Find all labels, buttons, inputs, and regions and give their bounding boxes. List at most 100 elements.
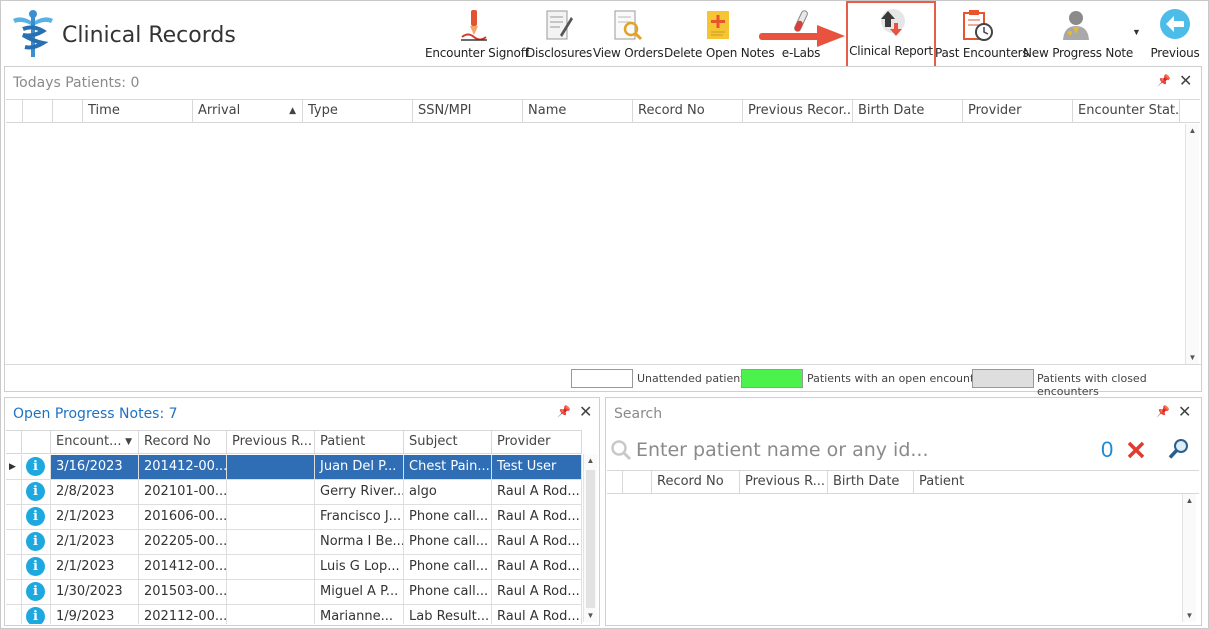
scroll-down-icon[interactable]: ▼ xyxy=(584,611,597,620)
search-input[interactable] xyxy=(636,439,1076,461)
todays-vertical-scrollbar[interactable]: ▲ ▼ xyxy=(1185,124,1199,364)
info-cell: i xyxy=(22,455,51,479)
previous-record-cell xyxy=(227,530,315,554)
column-header-record-no[interactable]: Record No xyxy=(139,431,227,453)
scroll-up-icon[interactable]: ▲ xyxy=(584,456,597,465)
column-header-previous-record[interactable]: Previous Recor... xyxy=(743,100,853,122)
view-orders-button[interactable]: View Orders xyxy=(593,5,664,63)
scroll-thumb[interactable] xyxy=(586,470,595,608)
pin-icon[interactable]: 📌 xyxy=(557,405,571,418)
column-header-ssn-mpi[interactable]: SSN/MPI xyxy=(413,100,523,122)
search-vertical-scrollbar[interactable]: ▲ ▼ xyxy=(1182,494,1196,622)
close-icon[interactable]: ✕ xyxy=(1179,71,1192,91)
column-header-birth-date[interactable]: Birth Date xyxy=(853,100,963,122)
notes-grid-body: ▶ i 3/16/2023 201412-00... Juan Del P...… xyxy=(6,455,582,624)
column-header-encounter[interactable]: Encount... ▼ xyxy=(51,431,139,453)
past-encounters-label: Past Encounters xyxy=(935,46,1029,60)
record-no-cell: 201412-00... xyxy=(139,455,227,479)
previous-button[interactable]: Previous xyxy=(1149,5,1201,63)
encounter-signoff-button[interactable]: Encounter Signoff xyxy=(425,5,529,63)
info-icon[interactable]: i xyxy=(26,582,45,601)
column-header-time[interactable]: Time xyxy=(83,100,193,122)
provider-cell: Raul A Rod... xyxy=(492,580,582,604)
table-row[interactable]: i 2/1/2023 201606-00... Francisco J... P… xyxy=(6,505,582,530)
info-cell: i xyxy=(22,580,51,604)
column-header-encounter-status[interactable]: Encounter Stat... xyxy=(1073,100,1180,122)
previous-record-cell xyxy=(227,455,315,479)
table-row[interactable]: i 1/9/2023 202112-00... Marianne... Lab … xyxy=(6,605,582,624)
row-indicator xyxy=(6,505,22,529)
pin-icon[interactable]: 📌 xyxy=(1156,405,1170,418)
search-grid-header: Record No Previous R... Birth Date Patie… xyxy=(607,470,1199,494)
record-no-cell: 202112-00... xyxy=(139,605,227,624)
previous-record-cell xyxy=(227,605,315,624)
open-progress-notes-count: 7 xyxy=(168,406,178,422)
clear-search-icon[interactable] xyxy=(1126,440,1146,460)
info-icon[interactable]: i xyxy=(26,607,45,624)
column-header-name[interactable]: Name xyxy=(523,100,633,122)
close-icon[interactable]: ✕ xyxy=(1178,402,1191,422)
annotation-arrow-icon xyxy=(759,25,845,47)
record-no-cell: 201606-00... xyxy=(139,505,227,529)
record-no-cell: 201412-00... xyxy=(139,555,227,579)
chevron-down-icon[interactable]: ▼ xyxy=(1132,27,1141,37)
table-row[interactable]: ▶ i 3/16/2023 201412-00... Juan Del P...… xyxy=(6,455,582,480)
column-header-provider[interactable]: Provider xyxy=(963,100,1073,122)
info-icon[interactable]: i xyxy=(26,557,45,576)
info-icon[interactable]: i xyxy=(26,482,45,501)
scroll-down-icon[interactable]: ▼ xyxy=(1183,611,1196,620)
scroll-down-icon[interactable]: ▼ xyxy=(1186,353,1199,362)
back-arrow-icon xyxy=(1160,9,1190,39)
column-header-record-no[interactable]: Record No xyxy=(633,100,743,122)
find-icon[interactable] xyxy=(1168,438,1190,460)
info-cell: i xyxy=(22,480,51,504)
delete-open-notes-button[interactable]: Delete Open Notes xyxy=(664,5,775,63)
legend-closed-label: Patients with closed encounters xyxy=(1037,372,1147,398)
provider-cell: Raul A Rod... xyxy=(492,505,582,529)
info-icon[interactable]: i xyxy=(26,532,45,551)
column-header-arrival[interactable]: Arrival ▲ xyxy=(193,100,303,122)
scroll-up-icon[interactable]: ▲ xyxy=(1183,496,1196,505)
table-row[interactable]: i 2/8/2023 202101-00... Gerry River... a… xyxy=(6,480,582,505)
provider-cell: Raul A Rod... xyxy=(492,480,582,504)
info-icon[interactable]: i xyxy=(26,457,45,476)
table-row[interactable]: i 2/1/2023 202205-00... Norma I Be... Ph… xyxy=(6,530,582,555)
report-transfer-icon xyxy=(881,9,905,36)
column-header-type[interactable]: Type xyxy=(303,100,413,122)
disclosures-button[interactable]: Disclosures xyxy=(526,5,592,63)
row-indicator xyxy=(6,580,22,604)
pin-icon[interactable]: 📌 xyxy=(1157,74,1171,87)
info-icon[interactable]: i xyxy=(26,507,45,526)
clipboard-clock-icon xyxy=(963,10,993,41)
column-header-birth-date[interactable]: Birth Date xyxy=(828,471,914,493)
past-encounters-button[interactable]: Past Encounters xyxy=(935,5,1029,63)
table-row[interactable]: i 2/1/2023 201412-00... Luis G Lop... Ph… xyxy=(6,555,582,580)
previous-record-cell xyxy=(227,505,315,529)
subject-cell: Phone call... xyxy=(404,530,492,554)
column-header-subject[interactable]: Subject xyxy=(404,431,492,453)
legend-swatch-closed xyxy=(972,369,1034,388)
column-header-provider[interactable]: Provider xyxy=(492,431,582,453)
provider-cell: Raul A Rod... xyxy=(492,605,582,624)
new-progress-note-button[interactable]: New Progress Note xyxy=(1023,5,1133,63)
document-edit-icon xyxy=(546,10,573,40)
encounter-date-cell: 2/1/2023 xyxy=(51,530,139,554)
column-header-previous-record[interactable]: Previous R... xyxy=(740,471,828,493)
patient-cell: Luis G Lop... xyxy=(315,555,404,579)
legend-swatch-unattended xyxy=(571,369,633,388)
caduceus-logo-icon xyxy=(13,10,53,57)
close-icon[interactable]: ✕ xyxy=(579,402,592,422)
notes-vertical-scrollbar[interactable]: ▲ ▼ xyxy=(583,454,597,622)
clinical-report-button[interactable]: Clinical Report xyxy=(846,1,936,68)
todays-patients-label: Todays Patients: xyxy=(13,75,126,91)
column-header-previous-record[interactable]: Previous R... xyxy=(227,431,315,453)
column-header-patient[interactable]: Patient xyxy=(914,471,1199,493)
provider-cell: Raul A Rod... xyxy=(492,530,582,554)
scroll-up-icon[interactable]: ▲ xyxy=(1186,126,1199,135)
column-header-record-no[interactable]: Record No xyxy=(652,471,740,493)
encounter-label: Encount... xyxy=(56,434,122,449)
column-header-patient[interactable]: Patient xyxy=(315,431,404,453)
todays-patients-panel: Todays Patients: 0 📌 ✕ Time Arrival ▲ Typ… xyxy=(4,66,1202,392)
table-row[interactable]: i 1/30/2023 201503-00... Miguel A P... P… xyxy=(6,580,582,605)
open-progress-notes-label: Open Progress Notes: xyxy=(13,406,165,422)
